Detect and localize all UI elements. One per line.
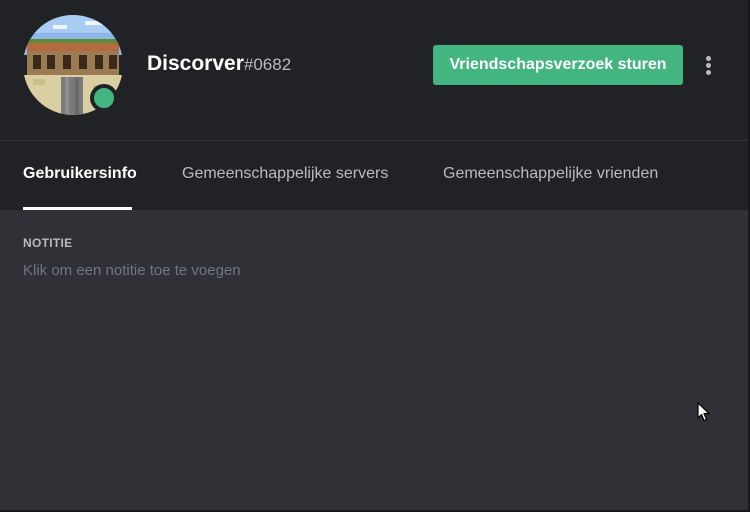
more-vertical-icon[interactable] [698, 52, 718, 78]
tab-mutual-servers[interactable]: Gemeenschappelijke servers [182, 165, 388, 183]
profile-header: Discorver#0682 Vriendschapsverzoek sture… [0, 0, 748, 140]
note-heading: NOTITIE [23, 236, 73, 250]
profile-body: NOTITIE Klik om een notitie toe te voege… [0, 210, 748, 510]
mouse-pointer-icon [697, 402, 710, 422]
username-row: Discorver#0682 [147, 52, 291, 76]
discriminator: #0682 [243, 55, 292, 74]
status-online-indicator [90, 84, 118, 112]
tab-mutual-friends[interactable]: Gemeenschappelijke vrienden [443, 165, 658, 183]
tab-user-info[interactable]: Gebruikersinfo [23, 165, 137, 183]
username: Discorver [147, 52, 244, 75]
note-input[interactable]: Klik om een notitie toe te voegen [23, 262, 723, 279]
user-profile-modal: Discorver#0682 Vriendschapsverzoek sture… [0, 0, 750, 512]
send-friend-request-button[interactable]: Vriendschapsverzoek sturen [433, 45, 683, 85]
profile-tabs: Gebruikersinfo Gemeenschappelijke server… [0, 141, 748, 210]
